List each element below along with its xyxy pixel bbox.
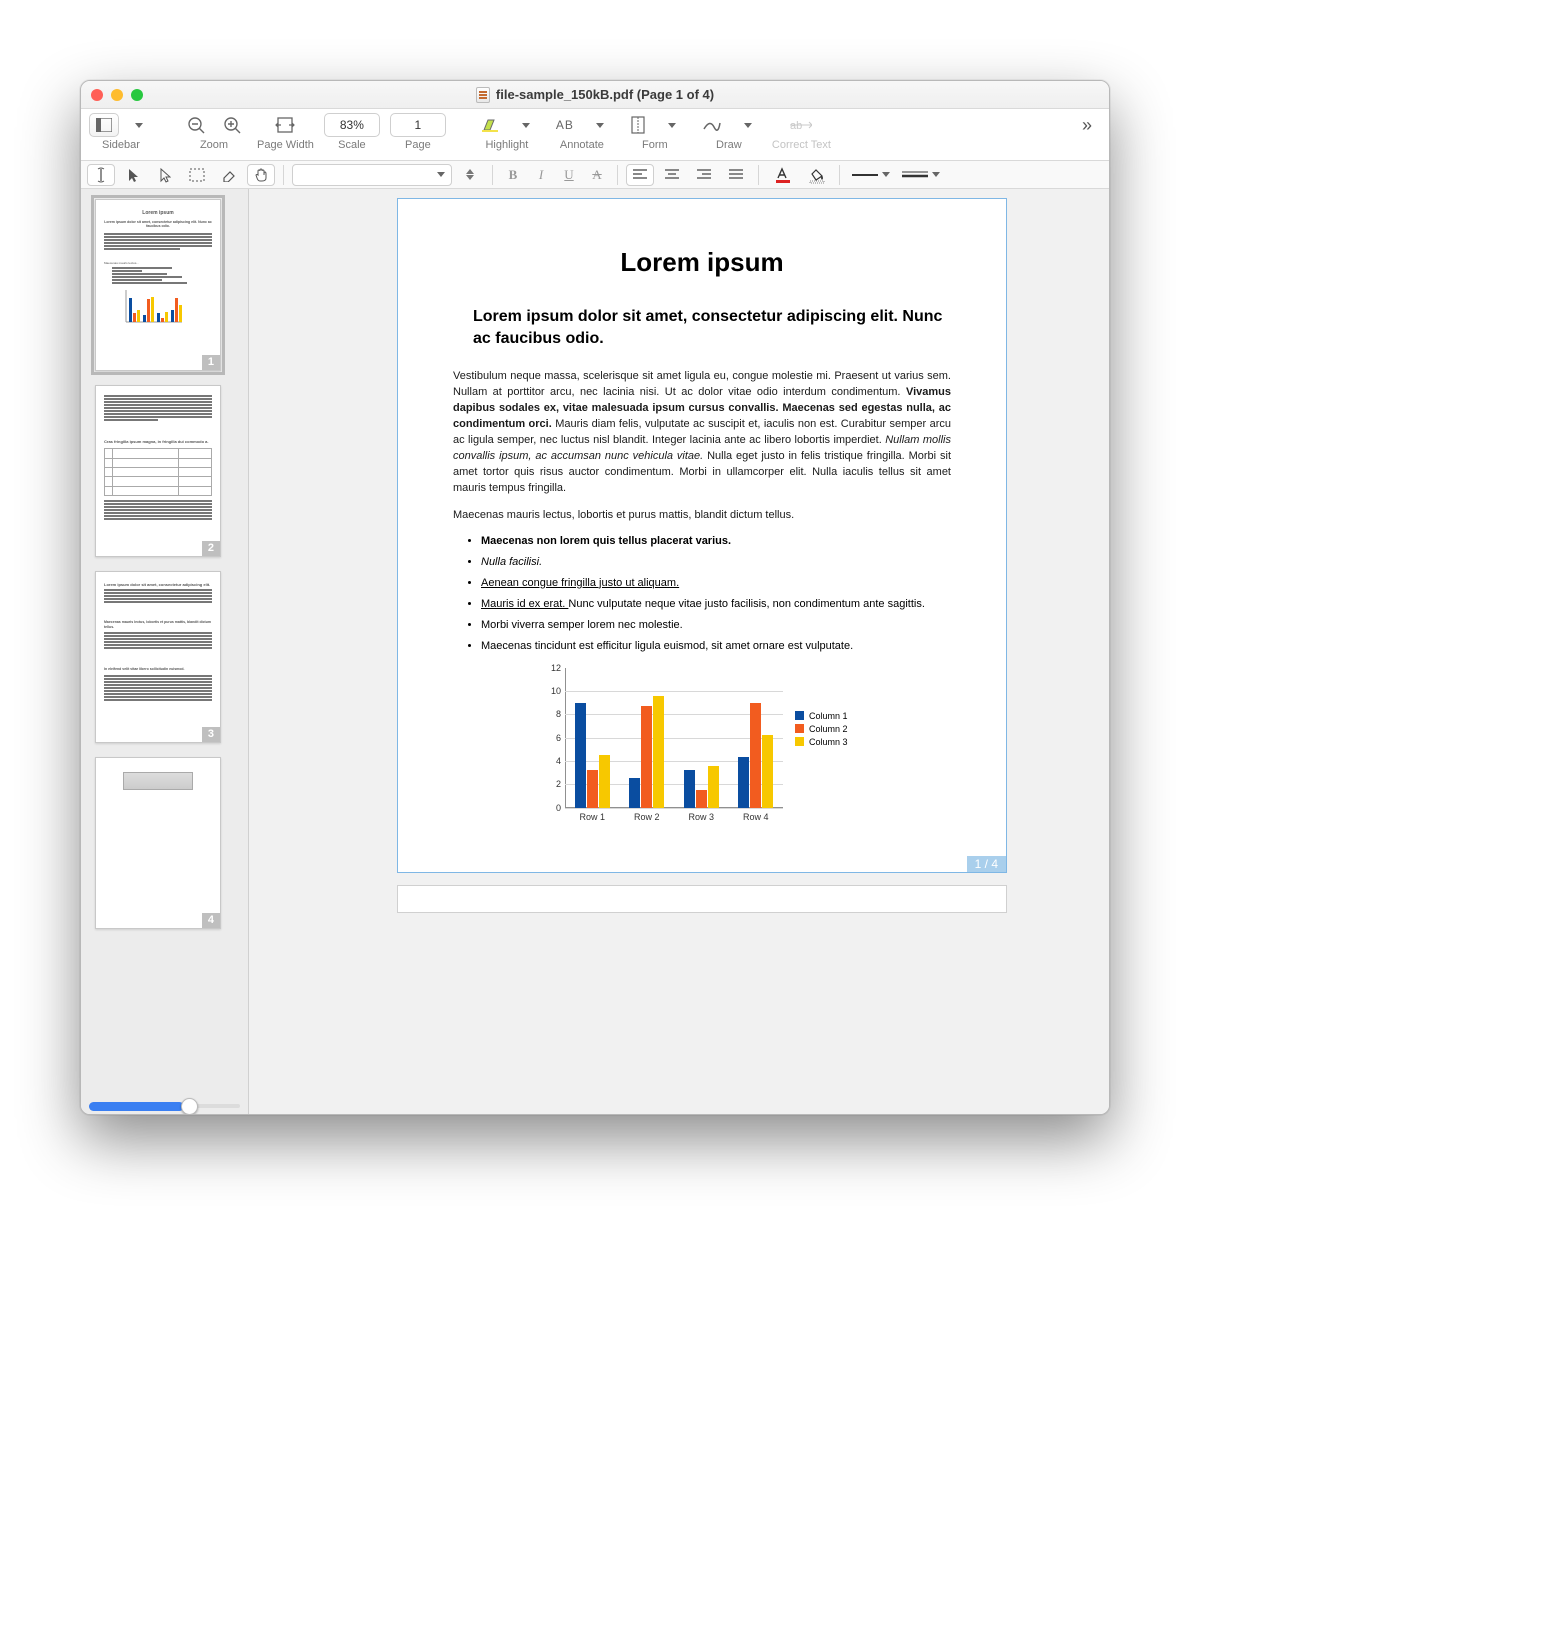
doc-paragraph: Vestibulum neque massa, scelerisque sit … — [453, 369, 951, 497]
eraser-tool[interactable] — [215, 164, 243, 186]
main-toolbar: Sidebar Zoom Page Width Scale — [81, 109, 1109, 161]
thumb-number: 3 — [202, 727, 220, 742]
annotate-dropdown[interactable] — [586, 113, 614, 137]
toolbar-overflow-button[interactable]: » — [1073, 113, 1101, 137]
select-tool[interactable] — [151, 164, 179, 186]
window-controls — [91, 89, 143, 101]
thumbnail-page-2[interactable]: Cras fringilla ipsum magna, in fringilla… — [95, 385, 221, 557]
align-left-button[interactable] — [626, 164, 654, 186]
zoom-button[interactable] — [131, 89, 143, 101]
page-input[interactable] — [390, 113, 446, 137]
minimize-button[interactable] — [111, 89, 123, 101]
thumb-number: 4 — [202, 913, 220, 928]
scale-input[interactable] — [324, 113, 380, 137]
align-justify-button[interactable] — [722, 164, 750, 186]
document-canvas[interactable]: Lorem ipsum Lorem ipsum dolor sit amet, … — [249, 189, 1109, 1114]
app-window: file-sample_150kB.pdf (Page 1 of 4) Side… — [80, 80, 1110, 1115]
bullet-item: Aenean congue fringilla justo ut aliquam… — [481, 577, 679, 589]
highlight-label: Highlight — [485, 139, 528, 151]
window-title: file-sample_150kB.pdf (Page 1 of 4) — [143, 87, 1047, 103]
thumb-number: 2 — [202, 541, 220, 556]
embedded-chart: Column 1Column 2Column 3 024681012Row 1R… — [537, 662, 867, 842]
bullet-item: Morbi viverra semper lorem nec molestie. — [481, 619, 951, 631]
align-center-button[interactable] — [658, 164, 686, 186]
page-indicator: 1 / 4 — [967, 856, 1006, 872]
page-width-button[interactable] — [269, 113, 301, 137]
page-2-peek — [397, 885, 1007, 913]
document-icon — [476, 87, 490, 103]
thumbnail-sidebar: Lorem ipsum Lorem ipsum dolor sit amet, … — [81, 189, 249, 1114]
marquee-tool[interactable] — [183, 164, 211, 186]
thumbnail-page-1[interactable]: Lorem ipsum Lorem ipsum dolor sit amet, … — [95, 199, 221, 371]
draw-label: Draw — [716, 139, 742, 151]
bullet-item: Mauris id ex erat. Nunc vulputate neque … — [481, 598, 951, 610]
highlight-button[interactable] — [474, 113, 506, 137]
thumbnail-page-3[interactable]: Lorem ipsum dolor sit amet, consectetur … — [95, 571, 221, 743]
correct-text-button: ab — [784, 113, 818, 137]
bold-button[interactable]: B — [501, 164, 525, 186]
bullet-item: Nulla facilisi. — [481, 556, 542, 568]
font-select[interactable] — [292, 164, 452, 186]
form-dropdown[interactable] — [658, 113, 686, 137]
close-button[interactable] — [91, 89, 103, 101]
pan-tool[interactable] — [247, 164, 275, 186]
text-cursor-tool[interactable] — [87, 164, 115, 186]
underline-button[interactable]: U — [557, 164, 581, 186]
sidebar-dropdown[interactable] — [125, 113, 153, 137]
italic-button[interactable]: I — [529, 164, 553, 186]
draw-dropdown[interactable] — [734, 113, 762, 137]
fill-color-button[interactable] — [801, 164, 831, 186]
doc-title: Lorem ipsum — [453, 247, 951, 278]
bullet-item: Maecenas tincidunt est efficitur ligula … — [481, 640, 951, 652]
doc-bullets: Maecenas non lorem quis tellus placerat … — [481, 535, 951, 652]
scale-label: Scale — [338, 139, 366, 151]
doc-paragraph: Maecenas mauris lectus, lobortis et puru… — [453, 508, 951, 524]
sidebar-zoom-fill — [89, 1102, 184, 1111]
annotate-label: Annotate — [560, 139, 604, 151]
page-1: Lorem ipsum Lorem ipsum dolor sit amet, … — [397, 198, 1007, 873]
align-right-button[interactable] — [690, 164, 718, 186]
sidebar-label: Sidebar — [102, 139, 140, 151]
zoom-out-button[interactable] — [181, 113, 211, 137]
thumbnail-page-4[interactable]: 4 — [95, 757, 221, 929]
pagewidth-label: Page Width — [257, 139, 314, 151]
bullet-item: Maecenas non lorem quis tellus placerat … — [481, 535, 731, 547]
font-size-stepper[interactable] — [456, 164, 484, 186]
annotate-button[interactable]: AB — [550, 113, 580, 137]
text-color-button[interactable] — [767, 164, 797, 186]
line-weight-button[interactable] — [898, 164, 944, 186]
titlebar: file-sample_150kB.pdf (Page 1 of 4) — [81, 81, 1109, 109]
page-label: Page — [405, 139, 431, 151]
content-area: Lorem ipsum Lorem ipsum dolor sit amet, … — [81, 189, 1109, 1114]
window-title-text: file-sample_150kB.pdf (Page 1 of 4) — [496, 87, 714, 102]
svg-text:ab: ab — [790, 120, 802, 132]
line-style-button[interactable] — [848, 164, 894, 186]
correct-label: Correct Text — [772, 139, 831, 151]
sidebar-zoom-knob[interactable] — [181, 1098, 198, 1114]
thumb-number: 1 — [202, 355, 220, 370]
zoom-in-button[interactable] — [217, 113, 247, 137]
chart-legend: Column 1Column 2Column 3 — [795, 708, 848, 750]
pointer-tool[interactable] — [119, 164, 147, 186]
edit-toolbar: B I U A — [81, 161, 1109, 189]
form-button[interactable] — [624, 113, 652, 137]
doc-subtitle: Lorem ipsum dolor sit amet, consectetur … — [473, 306, 951, 349]
sidebar-toggle-button[interactable] — [89, 113, 119, 137]
form-label: Form — [642, 139, 668, 151]
strike-button[interactable]: A — [585, 164, 609, 186]
highlight-dropdown[interactable] — [512, 113, 540, 137]
zoom-label: Zoom — [200, 139, 228, 151]
draw-button[interactable] — [696, 113, 728, 137]
